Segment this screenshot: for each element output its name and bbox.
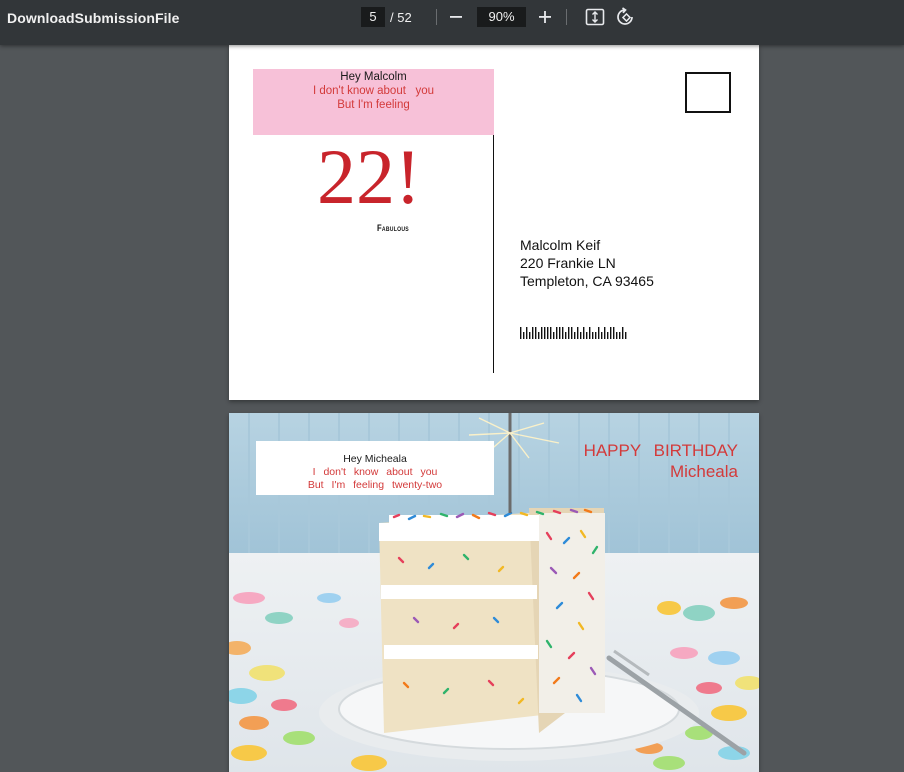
note-line: I don't know about you: [312, 466, 438, 478]
pdf-toolbar: DownloadSubmissionFile 5 / 52 90%: [0, 0, 904, 45]
fit-page-icon: [585, 8, 605, 26]
zoom-out-button[interactable]: [444, 5, 468, 29]
toolbar-separator: [436, 9, 437, 25]
fit-to-page-button[interactable]: [583, 5, 607, 29]
rotate-icon: [617, 7, 633, 25]
stamp-box: [685, 72, 731, 113]
headline-name: Micheala: [669, 462, 738, 481]
fabulous-label: Fabulous: [377, 223, 409, 233]
postal-barcode: [520, 327, 627, 339]
mailing-address: Malcolm Keif 220 Frankie LN Templeton, C…: [520, 236, 654, 290]
page-total: / 52: [390, 10, 412, 25]
plus-icon: [539, 11, 551, 23]
pdf-page: Hey Malcolm I don't know about you But I…: [229, 45, 759, 400]
zoom-input[interactable]: 90%: [477, 7, 526, 27]
minus-icon: [450, 16, 462, 18]
note-greeting: Hey Micheala: [343, 453, 407, 465]
birthday-headline: HAPPY BIRTHDAY Micheala: [584, 440, 738, 482]
note-line: But I'm feeling twenty-two: [307, 479, 443, 491]
document-title: DownloadSubmissionFile: [7, 10, 180, 26]
big-number: 22!: [317, 133, 421, 220]
rotate-button[interactable]: [614, 5, 638, 29]
zoom-in-button[interactable]: [533, 5, 557, 29]
address-name: Malcolm Keif: [520, 237, 601, 253]
page-number-input[interactable]: 5: [361, 7, 385, 27]
pdf-page: Hey Micheala I don't know about you But …: [229, 413, 759, 772]
note-greeting: Hey Malcolm: [340, 71, 407, 83]
postcard-divider: [493, 135, 494, 373]
address-city: Templeton, CA 93465: [520, 273, 654, 289]
note-line: But I'm feeling: [337, 99, 410, 111]
note-box: Hey Micheala I don't know about you But …: [256, 441, 494, 495]
note-line: I don't know about you: [312, 85, 435, 97]
note-box: Hey Malcolm I don't know about you But I…: [253, 69, 494, 135]
headline-line: HAPPY BIRTHDAY: [583, 441, 738, 460]
toolbar-separator: [566, 9, 567, 25]
address-street: 220 Frankie LN: [520, 255, 616, 271]
